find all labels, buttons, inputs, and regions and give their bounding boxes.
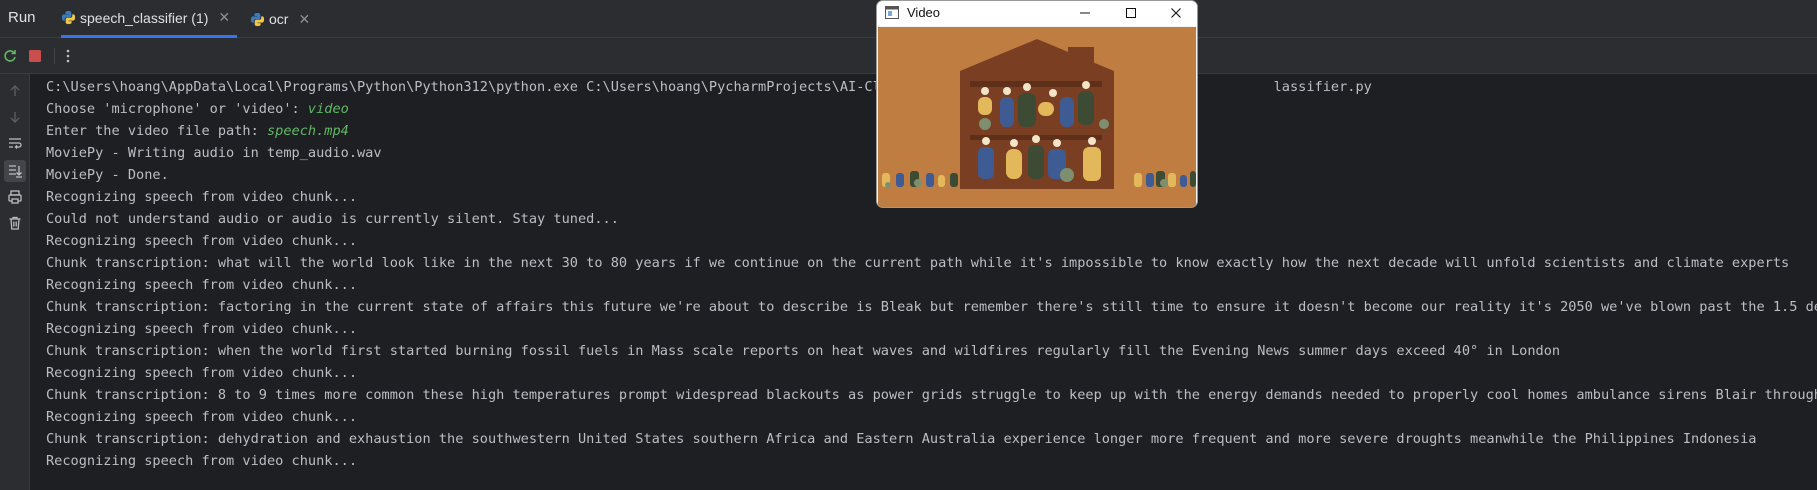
minimize-icon <box>1080 12 1090 14</box>
console-line-text: Recognizing speech from video chunk... <box>46 189 357 205</box>
minimize-button[interactable] <box>1075 3 1095 23</box>
console-line: Recognizing speech from video chunk... <box>46 274 1817 296</box>
console-line-text: Chunk transcription: dehydration and exh… <box>46 431 1757 447</box>
tab-label: ocr <box>269 11 289 27</box>
video-frame <box>878 27 1196 207</box>
console-line-text: Chunk transcription: when the world firs… <box>46 343 1561 359</box>
console-line-text: Chunk transcription: what will the world… <box>46 255 1790 271</box>
tab-ocr[interactable]: ocr ✕ <box>250 0 310 38</box>
close-tab-icon[interactable]: ✕ <box>298 11 310 28</box>
video-window[interactable]: Video <box>876 0 1198 208</box>
console-line-text: C:\Users\hoang\AppData\Local\Programs\Py… <box>46 79 898 95</box>
console-line: Recognizing speech from video chunk... <box>46 362 1817 384</box>
console-line-text: Recognizing speech from video chunk... <box>46 277 357 293</box>
more-options-button[interactable] <box>59 47 77 65</box>
run-tool-window-title: Run <box>8 9 36 26</box>
console-user-input: speech.mp4 <box>266 123 349 139</box>
console-line-text: Choose 'microphone' or 'video': <box>46 101 308 117</box>
print-icon <box>8 190 22 204</box>
console-line-text: Chunk transcription: factoring in the cu… <box>46 299 1817 315</box>
maximize-icon <box>1126 8 1136 18</box>
console-line-text: Recognizing speech from video chunk... <box>46 365 357 381</box>
console-user-input: video <box>307 101 349 117</box>
console-line: Chunk transcription: when the world firs… <box>46 340 1817 362</box>
maximize-button[interactable] <box>1121 3 1141 23</box>
close-window-button[interactable] <box>1166 3 1186 23</box>
video-window-titlebar[interactable]: Video <box>877 1 1197 26</box>
python-icon <box>250 12 265 26</box>
console-line: Chunk transcription: what will the world… <box>46 252 1817 274</box>
console-line-text: Chunk transcription: 8 to 9 times more c… <box>46 387 1817 403</box>
soft-wrap-button[interactable] <box>6 134 24 152</box>
soft-wrap-icon <box>9 138 22 149</box>
console-line: Recognizing speech from video chunk... <box>46 230 1817 252</box>
console-line-text: Enter the video file path: <box>46 123 267 139</box>
scroll-up-button[interactable] <box>6 82 24 100</box>
rerun-button[interactable] <box>1 47 19 65</box>
toolbar-divider <box>54 48 55 64</box>
console-line-text: Could not understand audio or audio is c… <box>46 211 619 227</box>
stop-icon <box>29 50 41 62</box>
scroll-down-button[interactable] <box>6 108 24 126</box>
arrow-down-icon <box>10 112 20 123</box>
console-line-text: MoviePy - Done. <box>46 167 169 183</box>
console-line: Recognizing speech from video chunk... <box>46 318 1817 340</box>
close-tab-icon[interactable]: ✕ <box>218 9 230 26</box>
python-icon <box>61 10 76 25</box>
console-line: Chunk transcription: 8 to 9 times more c… <box>46 384 1817 406</box>
console-line-text: Recognizing speech from video chunk... <box>46 409 357 425</box>
stop-button[interactable] <box>26 47 44 65</box>
video-window-title: Video <box>907 5 941 20</box>
rerun-icon <box>4 50 16 62</box>
tab-label: speech_classifier (1) <box>80 9 209 26</box>
console-side-toolbar <box>0 74 30 490</box>
console-line: Recognizing speech from video chunk... <box>46 406 1817 428</box>
console-line-text: Recognizing speech from video chunk... <box>46 233 357 249</box>
arrow-up-icon <box>10 85 20 96</box>
console-line: Could not understand audio or audio is c… <box>46 208 1817 230</box>
trash-icon <box>9 216 21 230</box>
clear-all-button[interactable] <box>6 214 24 232</box>
console-line: Recognizing speech from video chunk... <box>46 450 1817 472</box>
console-line: Chunk transcription: dehydration and exh… <box>46 428 1817 450</box>
console-line-text: Recognizing speech from video chunk... <box>46 321 357 337</box>
window-app-icon <box>885 6 899 19</box>
tab-speech-classifier[interactable]: speech_classifier (1) ✕ <box>61 0 237 38</box>
scroll-to-end-icon <box>9 165 22 178</box>
console-line-text: Recognizing speech from video chunk... <box>46 453 357 469</box>
close-icon <box>1171 8 1181 18</box>
scroll-to-end-button[interactable] <box>4 160 26 182</box>
more-vertical-icon <box>66 49 70 63</box>
console-line-text: MoviePy - Writing audio in temp_audio.wa… <box>46 145 382 161</box>
print-button[interactable] <box>6 188 24 206</box>
console-line: Chunk transcription: factoring in the cu… <box>46 296 1817 318</box>
